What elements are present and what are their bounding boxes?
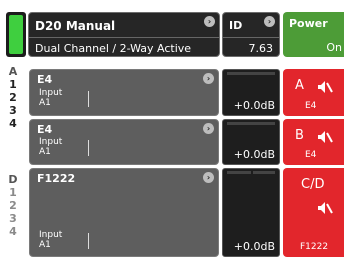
output-label: A <box>295 78 304 93</box>
row-label: A <box>8 65 18 78</box>
gain-value: +0.0dB <box>233 148 275 161</box>
power-label: Power <box>289 17 328 30</box>
input-value: A1 <box>39 98 51 108</box>
input-value: A1 <box>39 147 51 157</box>
id-value: 7.63 <box>248 42 274 55</box>
level-meter <box>227 72 275 75</box>
id-header[interactable]: ID › 7.63 <box>222 12 280 57</box>
chevron-right-icon: › <box>264 16 275 27</box>
amp-control-screen: D20 Manual › Dual Channel / 2-Way Active… <box>0 0 344 259</box>
output-sub: E4 <box>305 150 317 160</box>
divider <box>29 37 219 38</box>
input-label: Input <box>39 137 63 147</box>
output-sub: F1222 <box>300 242 329 252</box>
gain-value: +0.0dB <box>233 240 275 253</box>
gain-value: +0.0dB <box>233 99 275 112</box>
input-level-bar <box>88 91 89 107</box>
preset-header[interactable]: D20 Manual › Dual Channel / 2-Way Active <box>28 12 220 57</box>
channel-name: F1222 <box>37 172 76 185</box>
row-labels-group1: A 1 2 3 4 <box>0 65 26 130</box>
gain-meter-b[interactable]: +0.0dB <box>222 119 280 165</box>
chevron-right-icon: › <box>203 172 214 183</box>
status-led-fill <box>9 15 23 54</box>
row-labels-group2: D 1 2 3 4 <box>0 173 26 238</box>
input-value: A1 <box>39 240 51 250</box>
row-label: 1 <box>9 78 17 91</box>
channel-name: E4 <box>37 123 53 136</box>
output-cd-mute-button[interactable]: C/D F1222 <box>283 168 344 257</box>
row-label: 4 <box>9 117 17 130</box>
input-level-bar <box>88 140 89 156</box>
channel-a-strip[interactable]: E4 › Input A1 <box>29 69 219 116</box>
divider <box>223 37 279 38</box>
row-label: 2 <box>9 91 17 104</box>
chevron-right-icon: › <box>203 123 214 134</box>
id-label: ID <box>229 19 243 32</box>
power-button[interactable]: Power On <box>283 12 344 57</box>
output-label: C/D <box>301 177 325 192</box>
speaker-mute-icon <box>318 202 333 214</box>
row-label: 3 <box>9 212 17 225</box>
chevron-right-icon: › <box>203 73 214 84</box>
power-value: On <box>326 41 342 54</box>
gain-meter-a[interactable]: +0.0dB <box>222 69 280 116</box>
status-led <box>6 12 26 57</box>
output-b-mute-button[interactable]: B E4 <box>283 119 344 165</box>
row-label: 4 <box>9 225 17 238</box>
level-meter <box>227 171 275 174</box>
speaker-mute-icon <box>318 81 333 93</box>
input-level-bar <box>88 233 89 249</box>
speaker-mute-icon <box>318 131 333 143</box>
preset-mode: Dual Channel / 2-Way Active <box>35 42 192 55</box>
input-label: Input <box>39 88 63 98</box>
channel-b-strip[interactable]: E4 › Input A1 <box>29 119 219 165</box>
channel-name: E4 <box>37 73 53 86</box>
channel-cd-strip[interactable]: F1222 › Input A1 <box>29 168 219 257</box>
chevron-right-icon: › <box>204 16 215 27</box>
gain-meter-cd[interactable]: +0.0dB <box>222 168 280 257</box>
row-label: D <box>8 173 18 186</box>
output-label: B <box>295 128 304 143</box>
row-label: 2 <box>9 199 17 212</box>
row-label: 1 <box>9 186 17 199</box>
output-sub: E4 <box>305 101 317 111</box>
output-a-mute-button[interactable]: A E4 <box>283 69 344 116</box>
row-label: 3 <box>9 104 17 117</box>
level-meter <box>227 122 275 125</box>
preset-title: D20 Manual <box>35 19 116 33</box>
input-label: Input <box>39 230 63 240</box>
